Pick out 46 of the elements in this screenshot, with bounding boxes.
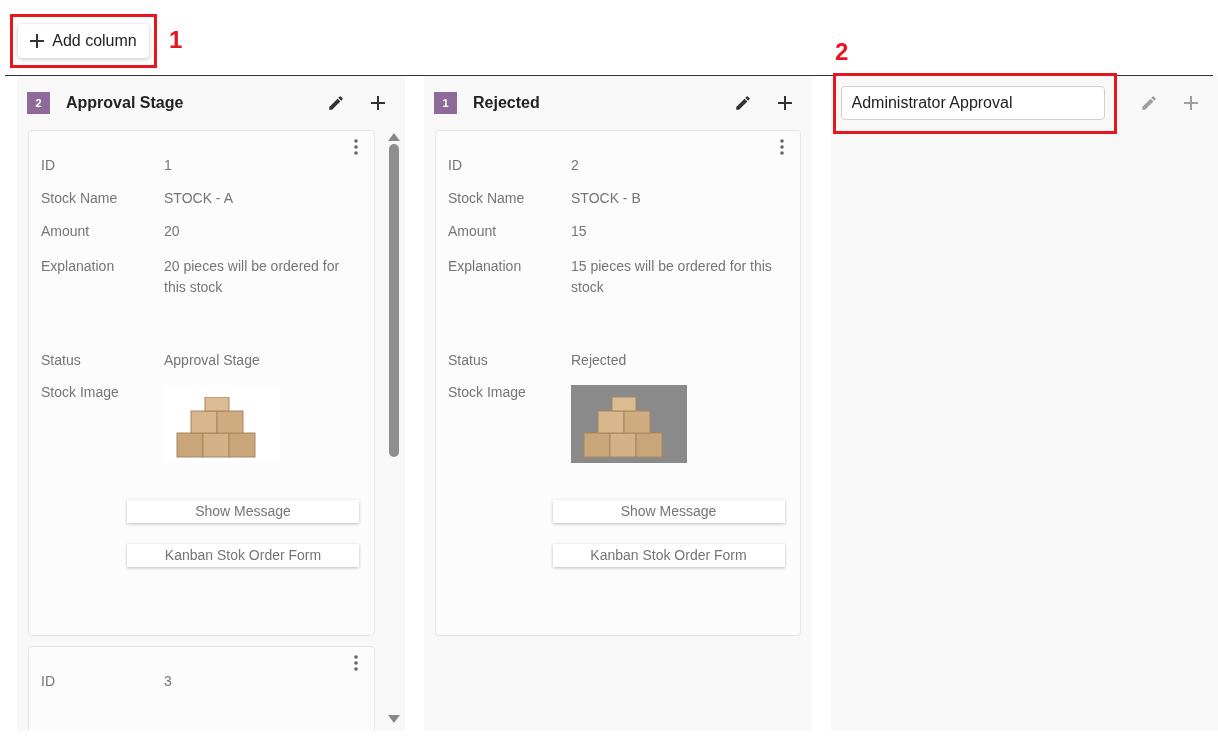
plus-icon[interactable] bbox=[30, 34, 45, 48]
field-value: 20 pieces will be ordered for this stock bbox=[164, 257, 341, 297]
field-value: STOCK - A bbox=[164, 189, 233, 208]
callout-number: 1 bbox=[169, 25, 183, 55]
more-options-icon[interactable] bbox=[354, 139, 358, 155]
add-card-icon[interactable] bbox=[371, 96, 385, 110]
scroll-down-icon[interactable] bbox=[388, 715, 400, 723]
more-options-icon[interactable] bbox=[779, 139, 784, 155]
field-value: STOCK - B bbox=[571, 189, 641, 208]
field-value: 3 bbox=[164, 672, 172, 691]
column-title: Rejected bbox=[473, 93, 540, 113]
field-label: Status bbox=[448, 351, 489, 370]
card-count-badge: 1 bbox=[434, 92, 457, 114]
add-column-button[interactable]: Add column bbox=[18, 24, 149, 58]
column-title-field[interactable]: Administrator Approval bbox=[840, 86, 1105, 120]
field-value: Rejected bbox=[571, 351, 627, 370]
card-count-badge: 2 bbox=[27, 92, 50, 114]
field-label: Stock Name bbox=[41, 189, 119, 208]
field-label: Stock Name bbox=[448, 189, 526, 208]
scroll-up-icon[interactable] bbox=[388, 133, 400, 141]
card-action-button[interactable]: Kanban Stok Order Form bbox=[127, 544, 359, 567]
pencil-icon[interactable] bbox=[327, 94, 345, 112]
field-label: ID bbox=[41, 672, 56, 691]
field-label: ID bbox=[41, 156, 56, 175]
field-label: ID bbox=[448, 156, 463, 175]
field-value: Approval Stage bbox=[164, 351, 260, 370]
field-label: Status bbox=[41, 351, 82, 370]
card-action-button[interactable]: Show Message bbox=[127, 500, 359, 523]
column-title: Approval Stage bbox=[66, 93, 184, 113]
field-label: Stock Image bbox=[448, 383, 527, 402]
more-options-icon[interactable] bbox=[354, 655, 358, 671]
field-value: 2 bbox=[571, 156, 579, 175]
field-value: 1 bbox=[164, 156, 172, 175]
field-label: Amount bbox=[41, 222, 91, 241]
field-label: Explanation bbox=[448, 257, 523, 276]
field-label: Amount bbox=[448, 222, 498, 241]
field-value: 15 bbox=[571, 222, 587, 241]
field-value: 20 bbox=[164, 222, 180, 241]
field-label: Explanation bbox=[41, 257, 116, 276]
card-action-button[interactable]: Kanban Stok Order Form bbox=[552, 544, 785, 567]
pencil-icon[interactable] bbox=[733, 94, 752, 112]
field-label: Stock Image bbox=[41, 383, 120, 402]
add-card-icon[interactable] bbox=[777, 96, 792, 110]
field-value: 15 pieces will be ordered for this stock bbox=[571, 257, 773, 297]
card-action-button[interactable]: Show Message bbox=[552, 500, 785, 523]
callout-number: 2 bbox=[835, 37, 849, 67]
